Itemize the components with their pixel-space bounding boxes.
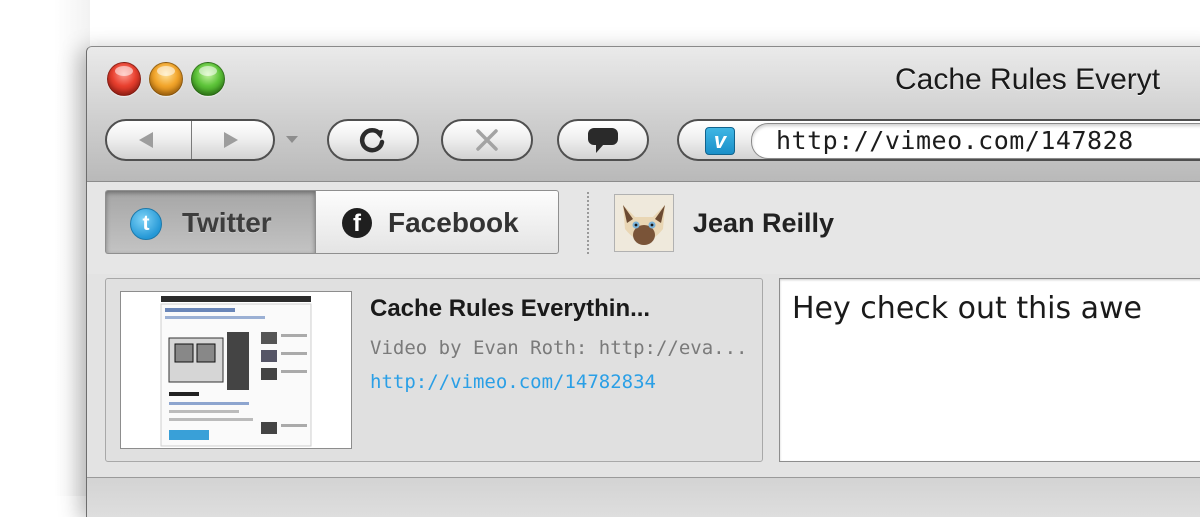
link-preview-card: Cache Rules Everythin... Video by Evan R… bbox=[105, 278, 763, 462]
link-title: Cache Rules Everythin... bbox=[370, 295, 651, 322]
tab-facebook-label: Facebook bbox=[388, 207, 519, 238]
user-name: Jean Reilly bbox=[693, 208, 835, 238]
speech-bubble-icon bbox=[588, 128, 618, 153]
share-button[interactable] bbox=[557, 119, 649, 161]
bottom-bar bbox=[87, 477, 1200, 517]
toolbar: Cache Rules Everyt v http://vimeo.com/14… bbox=[87, 47, 1200, 182]
zoom-window-button[interactable] bbox=[191, 62, 225, 96]
url-field[interactable]: http://vimeo.com/147828 bbox=[751, 123, 1200, 159]
window-title: Cache Rules Everyt bbox=[895, 63, 1161, 96]
forward-button[interactable] bbox=[192, 121, 276, 159]
link-url[interactable]: http://vimeo.com/14782834 bbox=[370, 371, 656, 393]
stop-button[interactable] bbox=[441, 119, 533, 161]
tab-twitter[interactable]: t Twitter bbox=[105, 190, 315, 254]
reload-icon bbox=[359, 128, 385, 153]
divider bbox=[587, 192, 589, 254]
back-arrow-icon bbox=[139, 132, 153, 148]
stop-x-icon bbox=[476, 129, 498, 151]
browser-window: Cache Rules Everyt v http://vimeo.com/14… bbox=[86, 46, 1200, 517]
desktop-background bbox=[0, 0, 90, 496]
tab-facebook[interactable]: f Facebook bbox=[315, 190, 559, 254]
link-description: Video by Evan Roth: http://eva... bbox=[370, 337, 748, 359]
minimize-window-button[interactable] bbox=[149, 62, 183, 96]
vimeo-site-icon: v bbox=[705, 127, 735, 155]
compose-textarea[interactable]: Hey check out this awe bbox=[779, 278, 1200, 462]
cat-avatar-icon bbox=[615, 195, 673, 251]
share-content: Cache Rules Everythin... Video by Evan R… bbox=[87, 274, 1200, 517]
tab-twitter-label: Twitter bbox=[182, 207, 272, 238]
back-button[interactable] bbox=[107, 121, 191, 159]
avatar[interactable] bbox=[614, 194, 674, 252]
twitter-icon: t bbox=[130, 208, 162, 240]
address-bar: v http://vimeo.com/147828 bbox=[677, 119, 1200, 161]
reload-button[interactable] bbox=[327, 119, 419, 161]
url-text: http://vimeo.com/147828 bbox=[776, 126, 1134, 155]
close-window-button[interactable] bbox=[107, 62, 141, 96]
facebook-icon: f bbox=[342, 208, 372, 238]
page-thumbnail bbox=[120, 291, 352, 449]
share-bar: t Twitter f Facebook Jean Reilly bbox=[87, 182, 1200, 274]
history-dropdown-icon[interactable] bbox=[286, 136, 298, 143]
thumbnail-image bbox=[121, 292, 351, 448]
forward-arrow-icon bbox=[224, 132, 238, 148]
back-forward-group bbox=[105, 119, 275, 161]
